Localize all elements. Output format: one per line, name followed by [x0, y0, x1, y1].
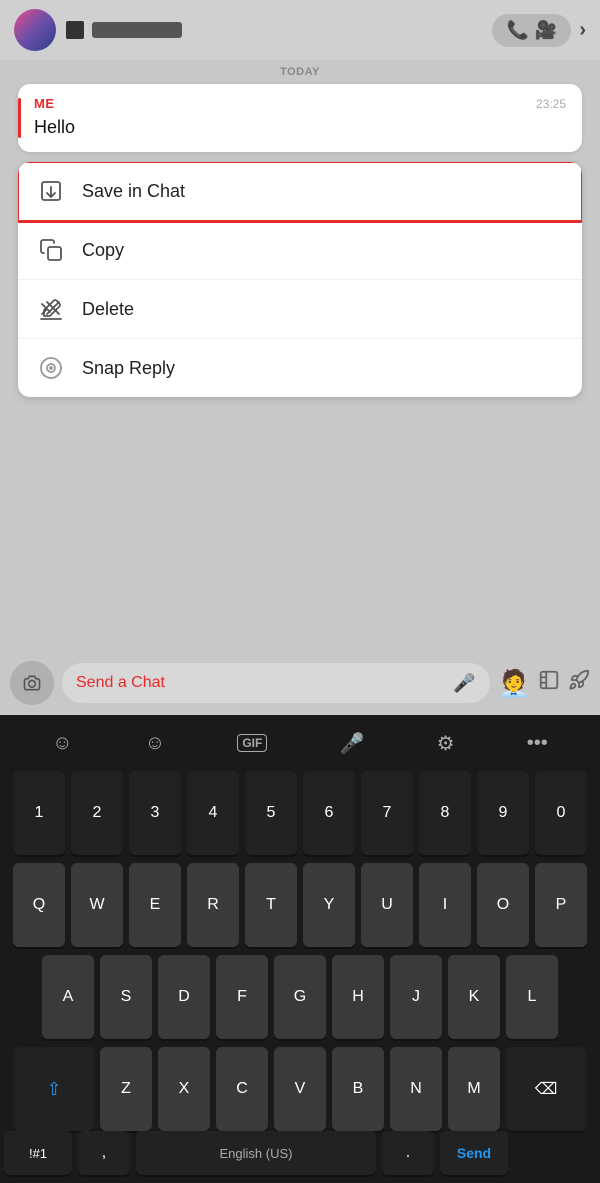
menu-item-snap-reply[interactable]: Snap Reply: [18, 339, 582, 397]
key-m[interactable]: M: [448, 1047, 500, 1131]
key-9[interactable]: 9: [477, 771, 529, 855]
key-s[interactable]: S: [100, 955, 152, 1039]
key-r[interactable]: R: [187, 863, 239, 947]
qwerty-row: Q W E R T Y U I O P: [4, 863, 596, 947]
avatar: [14, 9, 56, 51]
key-f[interactable]: F: [216, 955, 268, 1039]
bottom-row: !#1 , English (US) . Send: [0, 1131, 600, 1183]
key-z[interactable]: Z: [100, 1047, 152, 1131]
period-key[interactable]: .: [382, 1131, 434, 1175]
key-k[interactable]: K: [448, 955, 500, 1039]
key-n[interactable]: N: [390, 1047, 442, 1131]
message-header: ME 23:25: [34, 96, 566, 111]
input-bar: Send a Chat 🎤 🧑‍💼: [0, 651, 600, 715]
key-u[interactable]: U: [361, 863, 413, 947]
copy-icon: [38, 237, 64, 263]
key-b[interactable]: B: [332, 1047, 384, 1131]
asdf-row: A S D F G H J K L: [4, 955, 596, 1039]
send-key[interactable]: Send: [440, 1131, 508, 1175]
key-1[interactable]: 1: [13, 771, 65, 855]
key-o[interactable]: O: [477, 863, 529, 947]
message-time: 23:25: [536, 97, 566, 111]
symbols-key[interactable]: !#1: [4, 1131, 72, 1175]
message-sender: ME: [34, 96, 55, 111]
menu-item-copy[interactable]: Copy: [18, 221, 582, 280]
video-icon[interactable]: 🎥: [535, 20, 557, 41]
username-bar: [92, 22, 182, 38]
delete-label: Delete: [82, 299, 134, 320]
key-x[interactable]: X: [158, 1047, 210, 1131]
key-l[interactable]: L: [506, 955, 558, 1039]
number-row: 1 2 3 4 5 6 7 8 9 0: [4, 771, 596, 855]
keyboard-toolbar: ☺ ☺ GIF 🎤 ⚙ •••: [0, 715, 600, 767]
emoji-face-icon[interactable]: ☺: [52, 732, 72, 755]
chat-placeholder: Send a Chat: [76, 674, 445, 692]
shift-key[interactable]: ⇧: [14, 1047, 94, 1131]
key-8[interactable]: 8: [419, 771, 471, 855]
more-icon[interactable]: •••: [527, 732, 548, 755]
gif-button[interactable]: GIF: [237, 734, 267, 752]
save-in-chat-label: Save in Chat: [82, 181, 185, 202]
action-buttons: 📞 🎥 ›: [492, 14, 586, 47]
chat-input-pill[interactable]: Send a Chat 🎤: [62, 663, 490, 703]
key-c[interactable]: C: [216, 1047, 268, 1131]
message-body: Hello: [34, 117, 566, 138]
rocket-icon[interactable]: [568, 669, 590, 697]
toolbar-icons: 🧑‍💼: [498, 668, 590, 699]
key-a[interactable]: A: [42, 955, 94, 1039]
message-accent-bar: [18, 98, 21, 138]
status-square: [66, 21, 84, 39]
key-4[interactable]: 4: [187, 771, 239, 855]
key-q[interactable]: Q: [13, 863, 65, 947]
menu-item-delete[interactable]: Delete: [18, 280, 582, 339]
message-card: ME 23:25 Hello: [18, 84, 582, 152]
gallery-icon[interactable]: [538, 669, 560, 697]
key-v[interactable]: V: [274, 1047, 326, 1131]
top-bar: 📞 🎥 ›: [0, 0, 600, 60]
key-g[interactable]: G: [274, 955, 326, 1039]
key-3[interactable]: 3: [129, 771, 181, 855]
keyboard-rows: 1 2 3 4 5 6 7 8 9 0 Q W E R T Y U I O P …: [0, 767, 600, 1131]
name-area: [66, 21, 482, 39]
key-y[interactable]: Y: [303, 863, 355, 947]
key-t[interactable]: T: [245, 863, 297, 947]
space-key[interactable]: English (US): [136, 1131, 376, 1175]
zxcv-row: ⇧ Z X C V B N M ⌫: [4, 1047, 596, 1131]
key-e[interactable]: E: [129, 863, 181, 947]
save-in-chat-icon: [38, 178, 64, 204]
chevron-icon[interactable]: ›: [579, 19, 586, 42]
key-0[interactable]: 0: [535, 771, 587, 855]
menu-item-save-in-chat[interactable]: Save in Chat: [18, 162, 582, 221]
chat-area: TODAY ME 23:25 Hello Save in Chat: [0, 60, 600, 397]
sticker-icon[interactable]: 🧑‍💼: [498, 668, 530, 699]
key-p[interactable]: P: [535, 863, 587, 947]
key-2[interactable]: 2: [71, 771, 123, 855]
keyboard-mic-icon[interactable]: 🎤: [340, 731, 365, 756]
phone-icon[interactable]: 📞: [506, 20, 528, 41]
delete-icon: [38, 296, 64, 322]
smiley-icon[interactable]: ☺: [145, 732, 165, 755]
key-7[interactable]: 7: [361, 771, 413, 855]
call-video-pill[interactable]: 📞 🎥: [492, 14, 571, 47]
context-menu: Save in Chat Copy: [18, 162, 582, 397]
key-5[interactable]: 5: [245, 771, 297, 855]
mic-icon[interactable]: 🎤: [453, 673, 475, 694]
key-d[interactable]: D: [158, 955, 210, 1039]
backspace-key[interactable]: ⌫: [506, 1047, 586, 1131]
today-label: TODAY: [0, 66, 600, 78]
comma-key[interactable]: ,: [78, 1131, 130, 1175]
settings-icon[interactable]: ⚙: [437, 731, 455, 756]
snap-reply-label: Snap Reply: [82, 358, 175, 379]
key-6[interactable]: 6: [303, 771, 355, 855]
snap-reply-icon: [38, 355, 64, 381]
key-h[interactable]: H: [332, 955, 384, 1039]
camera-button[interactable]: [10, 661, 54, 705]
key-i[interactable]: I: [419, 863, 471, 947]
copy-label: Copy: [82, 240, 124, 261]
key-w[interactable]: W: [71, 863, 123, 947]
key-j[interactable]: J: [390, 955, 442, 1039]
keyboard: ☺ ☺ GIF 🎤 ⚙ ••• 1 2 3 4 5 6 7 8 9 0 Q W …: [0, 715, 600, 1183]
